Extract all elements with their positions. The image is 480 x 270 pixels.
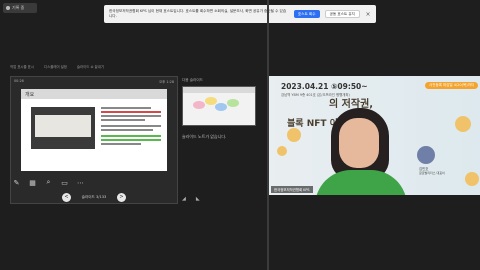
slide-text-line — [101, 119, 145, 121]
slide-notes: 슬라이드 노트가 없습니다. — [182, 134, 227, 139]
slide-image — [31, 107, 95, 149]
slide-text-line — [101, 111, 161, 113]
presenter-toolbar: 작업 표시줄 표시 디스플레이 설정 슬라이드 쇼 끝내기 — [10, 62, 260, 70]
keep-cohost-button[interactable]: 공동 호스트 유지 — [324, 10, 360, 18]
next-slide-label: 다음 슬라이드 — [182, 78, 203, 82]
diagram-circle — [215, 103, 227, 111]
slides-grid-icon[interactable]: ▦ — [28, 178, 37, 187]
slide-text-line — [101, 129, 153, 131]
coin-graphic — [455, 116, 471, 132]
toolbar-item-end-show[interactable]: 슬라이드 쇼 끝내기 — [77, 64, 104, 69]
slide-navigation: < 슬라이드 3/133 > — [62, 192, 126, 202]
speaker-org: 글로벌리더스 대표이 — [419, 171, 445, 175]
participant-video-tile[interactable]: 2023.04.21 ⑤09:50~ 강남역 YBM 9층 401호 (온/오프… — [269, 76, 480, 195]
next-slide-preview[interactable] — [182, 86, 256, 126]
event-date: 2023.04.21 ⑤09:50~ — [281, 82, 368, 91]
next-slide-button[interactable]: > — [116, 192, 126, 202]
elapsed-time: 00:26 — [14, 79, 24, 83]
speaker-photo — [417, 146, 435, 164]
notes-font-controls: ◢ ◣ — [182, 196, 200, 202]
slide-counter: 슬라이드 3/133 — [81, 194, 107, 199]
slide-text-line — [101, 125, 161, 127]
reclaim-host-button[interactable]: 호스트 회수 — [293, 10, 320, 18]
participant-person — [315, 108, 407, 195]
banner-message: 한국정보저작권협회 KPS 님이 현재 호스트입니다. 호스트를 회수하면 소회… — [109, 9, 287, 18]
current-slide[interactable]: 개요 — [21, 89, 167, 171]
slide-text-line — [101, 139, 161, 141]
record-icon — [6, 6, 10, 10]
diagram-circle — [193, 101, 205, 109]
slide-text-line — [101, 143, 141, 145]
slide-timer-bar: 00:26 오후 1:28 — [11, 77, 177, 85]
coin-graphic — [465, 172, 479, 186]
decrease-font-icon[interactable]: ◣ — [196, 196, 200, 202]
pen-icon[interactable]: ✎ — [12, 178, 21, 187]
participant-name-tag: 한국정보저작권협회 KPS — [271, 186, 313, 193]
slide-text-line — [101, 135, 161, 137]
registration-badge: 사전등록 마감일 4/20(목)까지 — [425, 82, 479, 89]
diagram-circle — [227, 99, 239, 107]
recording-label: 기록 중 — [12, 5, 25, 10]
coin-graphic — [287, 128, 301, 142]
increase-font-icon[interactable]: ◢ — [182, 196, 186, 202]
previous-slide-button[interactable]: < — [62, 192, 71, 202]
presenter-tools: ✎ ▦ ⌕ ▭ ⋯ — [12, 178, 85, 187]
host-notification-banner: 한국정보저작권협회 KPS 님이 현재 호스트입니다. 호스트를 회수하면 소회… — [104, 5, 376, 23]
slide-text-line — [101, 107, 151, 109]
slide-text-line — [101, 115, 161, 117]
toolbar-item-taskbar[interactable]: 작업 표시줄 표시 — [10, 64, 34, 69]
close-icon[interactable]: × — [365, 11, 371, 18]
toolbar-item-display-settings[interactable]: 디스플레이 설정 — [44, 64, 67, 69]
event-location: 강남역 YBM 9층 401호 (온/오프라인 병행개최) — [281, 93, 350, 97]
recording-badge: 기록 중 — [3, 3, 37, 13]
coin-graphic — [277, 146, 287, 156]
screen-icon[interactable]: ▭ — [60, 178, 69, 187]
slide-title: 개요 — [21, 89, 167, 99]
more-options-icon[interactable]: ⋯ — [76, 178, 85, 187]
clock-time: 오후 1:28 — [159, 79, 174, 84]
zoom-icon[interactable]: ⌕ — [44, 178, 53, 187]
